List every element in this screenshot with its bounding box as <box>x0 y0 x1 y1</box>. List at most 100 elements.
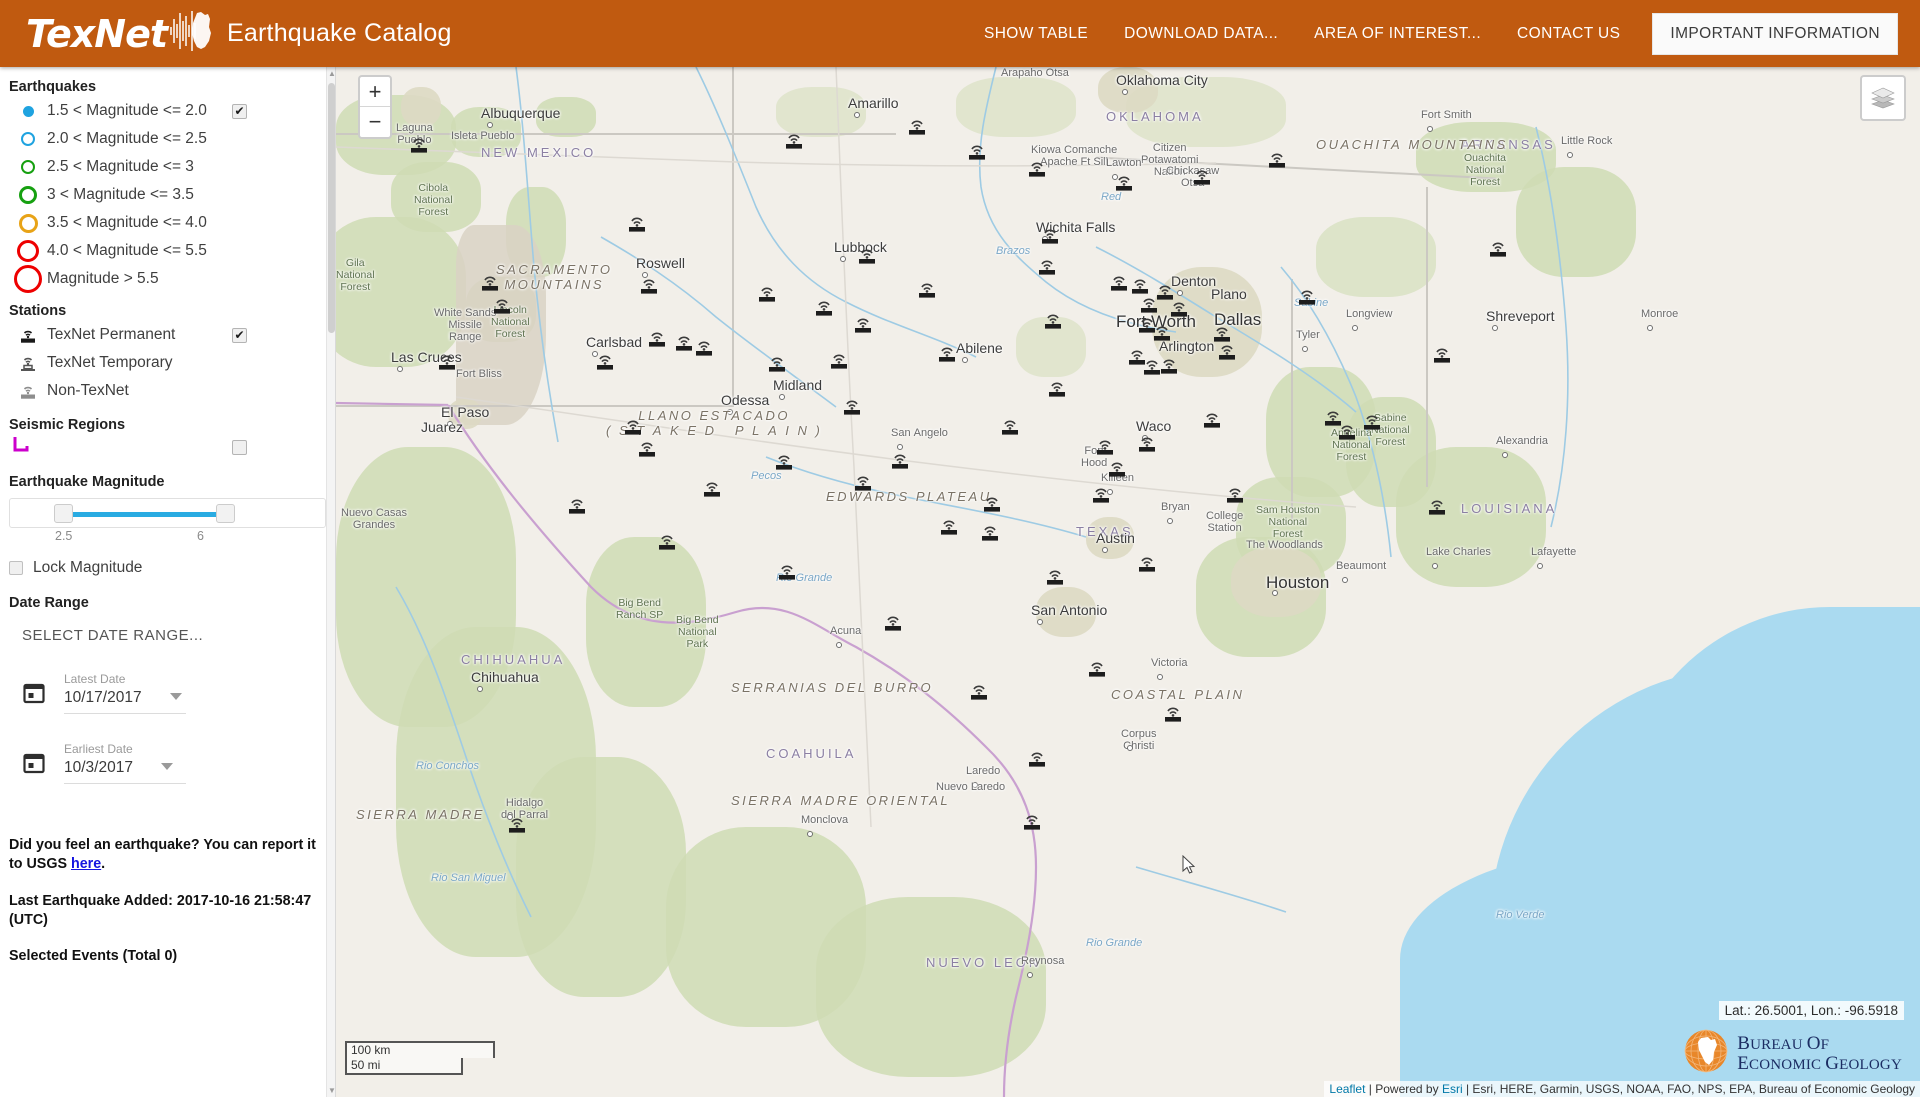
station-marker[interactable] <box>1426 497 1448 516</box>
station-marker[interactable] <box>1044 567 1066 586</box>
station-marker[interactable] <box>1021 812 1043 831</box>
station-marker[interactable] <box>813 298 835 317</box>
station-marker[interactable] <box>1039 226 1061 245</box>
station-marker[interactable] <box>783 131 805 150</box>
station-marker[interactable] <box>1026 159 1048 178</box>
legend-item-mag-7[interactable]: Magnitude > 5.5 <box>0 265 335 293</box>
legend-item-texnet-permanent[interactable]: TexNet Permanent ✔ <box>0 321 335 349</box>
station-marker[interactable] <box>1361 412 1383 431</box>
station-marker[interactable] <box>638 276 660 295</box>
legend-item-mag-3[interactable]: 2.5 < Magnitude <= 3 <box>0 153 335 181</box>
station-marker[interactable] <box>999 417 1021 436</box>
station-marker[interactable] <box>1266 150 1288 169</box>
station-marker[interactable] <box>1151 323 1173 342</box>
station-marker[interactable] <box>966 142 988 161</box>
station-marker[interactable] <box>906 117 928 136</box>
station-marker[interactable] <box>436 352 458 371</box>
station-marker[interactable] <box>1162 704 1184 723</box>
station-marker[interactable] <box>1158 356 1180 375</box>
station-marker[interactable] <box>1042 311 1064 330</box>
station-marker[interactable] <box>701 479 723 498</box>
station-marker[interactable] <box>1431 345 1453 364</box>
station-marker[interactable] <box>841 397 863 416</box>
stations-checkbox[interactable]: ✔ <box>232 327 247 343</box>
station-marker[interactable] <box>766 354 788 373</box>
magnitude-slider[interactable] <box>9 498 326 528</box>
station-marker[interactable] <box>1224 485 1246 504</box>
legend-item-mag-4[interactable]: 3 < Magnitude <= 3.5 <box>0 181 335 209</box>
earthquakes-checkbox[interactable]: ✔ <box>232 103 247 119</box>
calendar-icon[interactable] <box>22 751 50 780</box>
station-marker[interactable] <box>1191 167 1213 186</box>
nav-contact-us[interactable]: CONTACT US <box>1499 15 1638 53</box>
seismic-regions-checkbox[interactable] <box>232 440 247 455</box>
station-marker[interactable] <box>1211 324 1233 343</box>
nav-show-table[interactable]: SHOW TABLE <box>966 15 1106 53</box>
nav-area-of-interest[interactable]: AREA OF INTEREST... <box>1296 15 1499 53</box>
station-marker[interactable] <box>773 452 795 471</box>
station-marker[interactable] <box>408 135 430 154</box>
station-marker[interactable] <box>506 815 528 834</box>
station-marker[interactable] <box>636 439 658 458</box>
leaflet-link[interactable]: Leaflet <box>1329 1082 1365 1096</box>
station-marker[interactable] <box>981 494 1003 513</box>
station-marker[interactable] <box>979 523 1001 542</box>
usgs-report-link[interactable]: here <box>71 856 101 872</box>
station-marker[interactable] <box>673 333 695 352</box>
station-marker[interactable] <box>1136 434 1158 453</box>
scroll-up-arrow[interactable]: ▲ <box>328 69 335 78</box>
station-marker[interactable] <box>936 344 958 363</box>
important-information-button[interactable]: IMPORTANT INFORMATION <box>1652 12 1898 55</box>
legend-item-mag-2[interactable]: 2.0 < Magnitude <= 2.5 <box>0 125 335 153</box>
station-marker[interactable] <box>1046 379 1068 398</box>
chevron-down-icon[interactable] <box>169 693 182 700</box>
lock-magnitude-checkbox[interactable] <box>9 561 23 575</box>
station-marker[interactable] <box>889 451 911 470</box>
station-marker[interactable] <box>1090 485 1112 504</box>
earliest-date-field[interactable]: Earliest Date 10/3/2017 <box>0 714 335 784</box>
earliest-date-input[interactable]: 10/3/2017 <box>64 759 186 784</box>
station-marker[interactable] <box>856 246 878 265</box>
legend-item-seismic-regions[interactable] <box>0 435 335 460</box>
station-marker[interactable] <box>1026 749 1048 768</box>
station-marker[interactable] <box>594 352 616 371</box>
station-marker[interactable] <box>479 273 501 292</box>
station-marker[interactable] <box>1136 554 1158 573</box>
select-date-range-button[interactable]: SELECT DATE RANGE... <box>0 619 335 644</box>
station-marker[interactable] <box>646 329 668 348</box>
station-marker[interactable] <box>1487 239 1509 258</box>
nav-download-data[interactable]: DOWNLOAD DATA... <box>1106 15 1296 53</box>
station-marker[interactable] <box>1296 287 1318 306</box>
latest-date-input[interactable]: 10/17/2017 <box>64 689 186 714</box>
magnitude-slider-handle-min[interactable] <box>54 504 73 523</box>
magnitude-slider-handle-max[interactable] <box>216 504 235 523</box>
station-marker[interactable] <box>756 284 778 303</box>
station-marker[interactable] <box>1094 437 1116 456</box>
layers-control-button[interactable] <box>1860 75 1906 121</box>
chevron-down-icon[interactable] <box>160 763 173 770</box>
latest-date-field[interactable]: Latest Date 10/17/2017 <box>0 644 335 714</box>
station-marker[interactable] <box>938 517 960 536</box>
station-marker[interactable] <box>1216 342 1238 361</box>
station-marker[interactable] <box>491 296 513 315</box>
station-marker[interactable] <box>1108 273 1130 292</box>
station-marker[interactable] <box>1086 659 1108 678</box>
station-marker[interactable] <box>566 496 588 515</box>
scroll-down-arrow[interactable]: ▼ <box>328 1086 335 1095</box>
station-marker[interactable] <box>1106 459 1128 478</box>
station-marker[interactable] <box>968 682 990 701</box>
station-marker[interactable] <box>626 214 648 233</box>
station-marker[interactable] <box>852 315 874 334</box>
esri-link[interactable]: Esri <box>1442 1082 1463 1096</box>
legend-item-mag-5[interactable]: 3.5 < Magnitude <= 4.0 <box>0 209 335 237</box>
station-marker[interactable] <box>1036 257 1058 276</box>
legend-item-mag-1[interactable]: 1.5 < Magnitude <= 2.0 ✔ <box>0 97 335 125</box>
station-marker[interactable] <box>776 562 798 581</box>
lock-magnitude-row[interactable]: Lock Magnitude <box>0 547 335 577</box>
station-marker[interactable] <box>1129 276 1151 295</box>
zoom-in-button[interactable]: + <box>360 77 390 107</box>
station-marker[interactable] <box>693 338 715 357</box>
station-marker[interactable] <box>1113 173 1135 192</box>
station-marker[interactable] <box>622 417 644 436</box>
station-marker[interactable] <box>1201 410 1223 429</box>
